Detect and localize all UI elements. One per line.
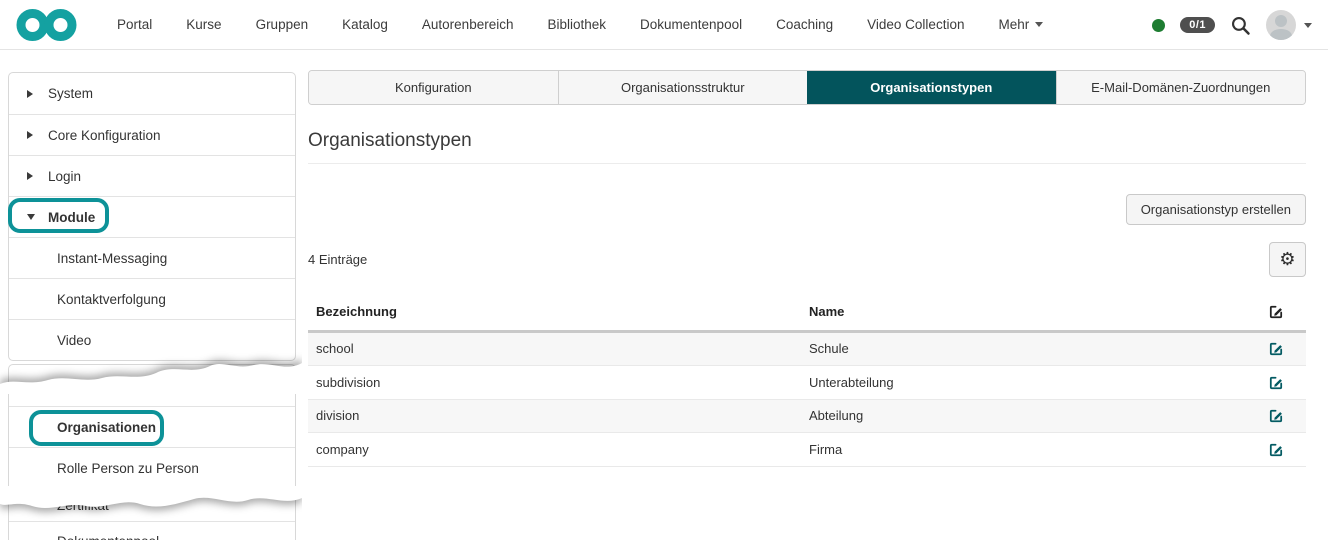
sidebar-item-label: Repository [57, 378, 122, 393]
gear-icon: ⚙ [1279, 249, 1296, 269]
nav-item-gruppen[interactable]: Gruppen [239, 17, 326, 32]
sidebar-item-rolle-person-zu-person[interactable]: Rolle Person zu Person [9, 447, 295, 488]
edit-icon [1268, 304, 1284, 320]
column-header-edit [1246, 295, 1306, 333]
sidebar-item-dokumentenpool[interactable]: Dokumentenpool [9, 521, 295, 540]
cell-bezeichnung: company [308, 432, 801, 467]
segmented-tab-strip: Konfiguration Organisationsstruktur Orga… [308, 70, 1306, 105]
nav-item-coaching[interactable]: Coaching [759, 17, 850, 32]
table-settings-button[interactable]: ⚙ [1269, 242, 1306, 277]
online-status-dot [1152, 18, 1166, 32]
chevron-down-icon [27, 214, 39, 220]
cell-bezeichnung: subdivision [308, 365, 801, 400]
nav-item-mehr-dropdown[interactable]: Mehr [981, 17, 1060, 32]
sidebar-item-label: Rolle Person zu Person [57, 460, 199, 476]
tab-organisationsstruktur[interactable]: Organisationsstruktur [557, 71, 807, 104]
chevron-right-icon [27, 172, 39, 180]
sidebar-item-label: Login [48, 168, 82, 184]
sidebar-item-label: Core Konfiguration [48, 127, 161, 143]
actions-row: Organisationstyp erstellen [308, 194, 1306, 225]
search-button[interactable] [1230, 15, 1251, 36]
edit-row-button[interactable] [1268, 375, 1284, 391]
nav-item-kurse[interactable]: Kurse [169, 17, 238, 32]
tab-organisationstypen-active[interactable]: Organisationstypen [807, 71, 1056, 104]
top-navigation-bar: Portal Kurse Gruppen Katalog Autorenbere… [0, 0, 1328, 50]
cell-name: Schule [801, 331, 1246, 367]
cell-name: Firma [801, 432, 1246, 467]
sidebar-item-label: Module [48, 209, 96, 225]
sidebar-item-label: Kontaktverfolgung [57, 291, 166, 307]
edit-row-button[interactable] [1268, 408, 1284, 424]
sidebar-item-label: Instant-Messaging [57, 250, 168, 266]
cell-bezeichnung: school [308, 331, 801, 367]
sidebar-item-label: Zertifikat [57, 497, 109, 513]
organisationstypen-table: Bezeichnung Name school Schule subdivisi… [308, 295, 1306, 467]
user-avatar [1266, 10, 1296, 40]
sidebar-item-login[interactable]: Login [9, 155, 295, 196]
sidebar-item-video[interactable]: Video [9, 319, 295, 360]
chevron-right-icon [27, 131, 39, 139]
table-meta-row: 4 Einträge ⚙ [308, 242, 1306, 277]
sidebar-item-zertifikat[interactable]: Zertifikat [9, 488, 295, 521]
table-row: company Firma [308, 432, 1306, 467]
tab-email-domaenen-zuordnungen[interactable]: E-Mail-Domänen-Zuordnungen [1055, 71, 1305, 104]
sidebar-item-instant-messaging[interactable]: Instant-Messaging [9, 237, 295, 278]
chevron-right-icon [27, 89, 39, 98]
table-header-row: Bezeichnung Name [308, 295, 1306, 333]
nav-item-bibliothek[interactable]: Bibliothek [530, 17, 623, 32]
admin-sidebar-lower: Repository Organisationen Rolle Person z… [8, 364, 296, 540]
column-header-bezeichnung[interactable]: Bezeichnung [308, 295, 801, 333]
page-title: Organisationstypen [308, 130, 1306, 164]
edit-row-button[interactable] [1268, 442, 1284, 458]
sidebar-item-module[interactable]: Module [9, 196, 295, 237]
sidebar-item-repository[interactable]: Repository [9, 365, 295, 406]
sidebar-item-label: System [48, 86, 94, 101]
sidebar-item-label: Dokumentenpool [57, 534, 159, 540]
avatar-head-shape [1275, 15, 1287, 27]
cell-name: Abteilung [801, 399, 1246, 434]
sidebar-item-kontaktverfolgung[interactable]: Kontaktverfolgung [9, 278, 295, 319]
avatar-body-shape [1270, 29, 1292, 40]
sidebar-item-core-konfiguration[interactable]: Core Konfiguration [9, 114, 295, 155]
nav-item-katalog[interactable]: Katalog [325, 17, 405, 32]
entries-count: 4 Einträge [308, 252, 368, 267]
cell-bezeichnung: division [308, 399, 801, 434]
nav-item-portal[interactable]: Portal [100, 17, 169, 32]
chat-counter-badge[interactable]: 0/1 [1180, 17, 1215, 33]
admin-sidebar-upper: System Core Konfiguration Login Module I… [8, 72, 296, 361]
top-nav-menu: Portal Kurse Gruppen Katalog Autorenbere… [100, 17, 1060, 32]
caret-down-icon [1304, 22, 1312, 28]
user-menu[interactable] [1266, 10, 1312, 40]
sidebar-item-organisationen[interactable]: Organisationen [9, 406, 295, 447]
table-row: subdivision Unterabteilung [308, 365, 1306, 400]
sidebar-item-label: Organisationen [57, 419, 157, 435]
main-content: Konfiguration Organisationsstruktur Orga… [308, 70, 1306, 467]
create-organisationstyp-button[interactable]: Organisationstyp erstellen [1125, 194, 1306, 225]
nav-item-dokumentenpool[interactable]: Dokumentenpool [623, 17, 759, 32]
sidebar-item-label: Video [57, 332, 92, 348]
edit-row-button[interactable] [1268, 341, 1284, 357]
infinity-icon [16, 8, 77, 41]
chevron-down-icon [1035, 22, 1044, 27]
cell-name: Unterabteilung [801, 365, 1246, 400]
column-header-name[interactable]: Name [801, 295, 1246, 333]
table-row: division Abteilung [308, 399, 1306, 434]
sidebar-item-system[interactable]: System [9, 73, 295, 114]
openolat-infinity-logo[interactable] [16, 8, 78, 42]
nav-item-video-collection[interactable]: Video Collection [850, 17, 981, 32]
tab-konfiguration[interactable]: Konfiguration [309, 71, 558, 104]
search-icon [1231, 16, 1250, 35]
table-row: school Schule [308, 331, 1306, 367]
nav-item-mehr-label: Mehr [998, 17, 1030, 32]
topbar-right-cluster: 0/1 [1152, 0, 1312, 50]
nav-item-autorenbereich[interactable]: Autorenbereich [405, 17, 531, 32]
screen: Portal Kurse Gruppen Katalog Autorenbere… [0, 0, 1328, 540]
